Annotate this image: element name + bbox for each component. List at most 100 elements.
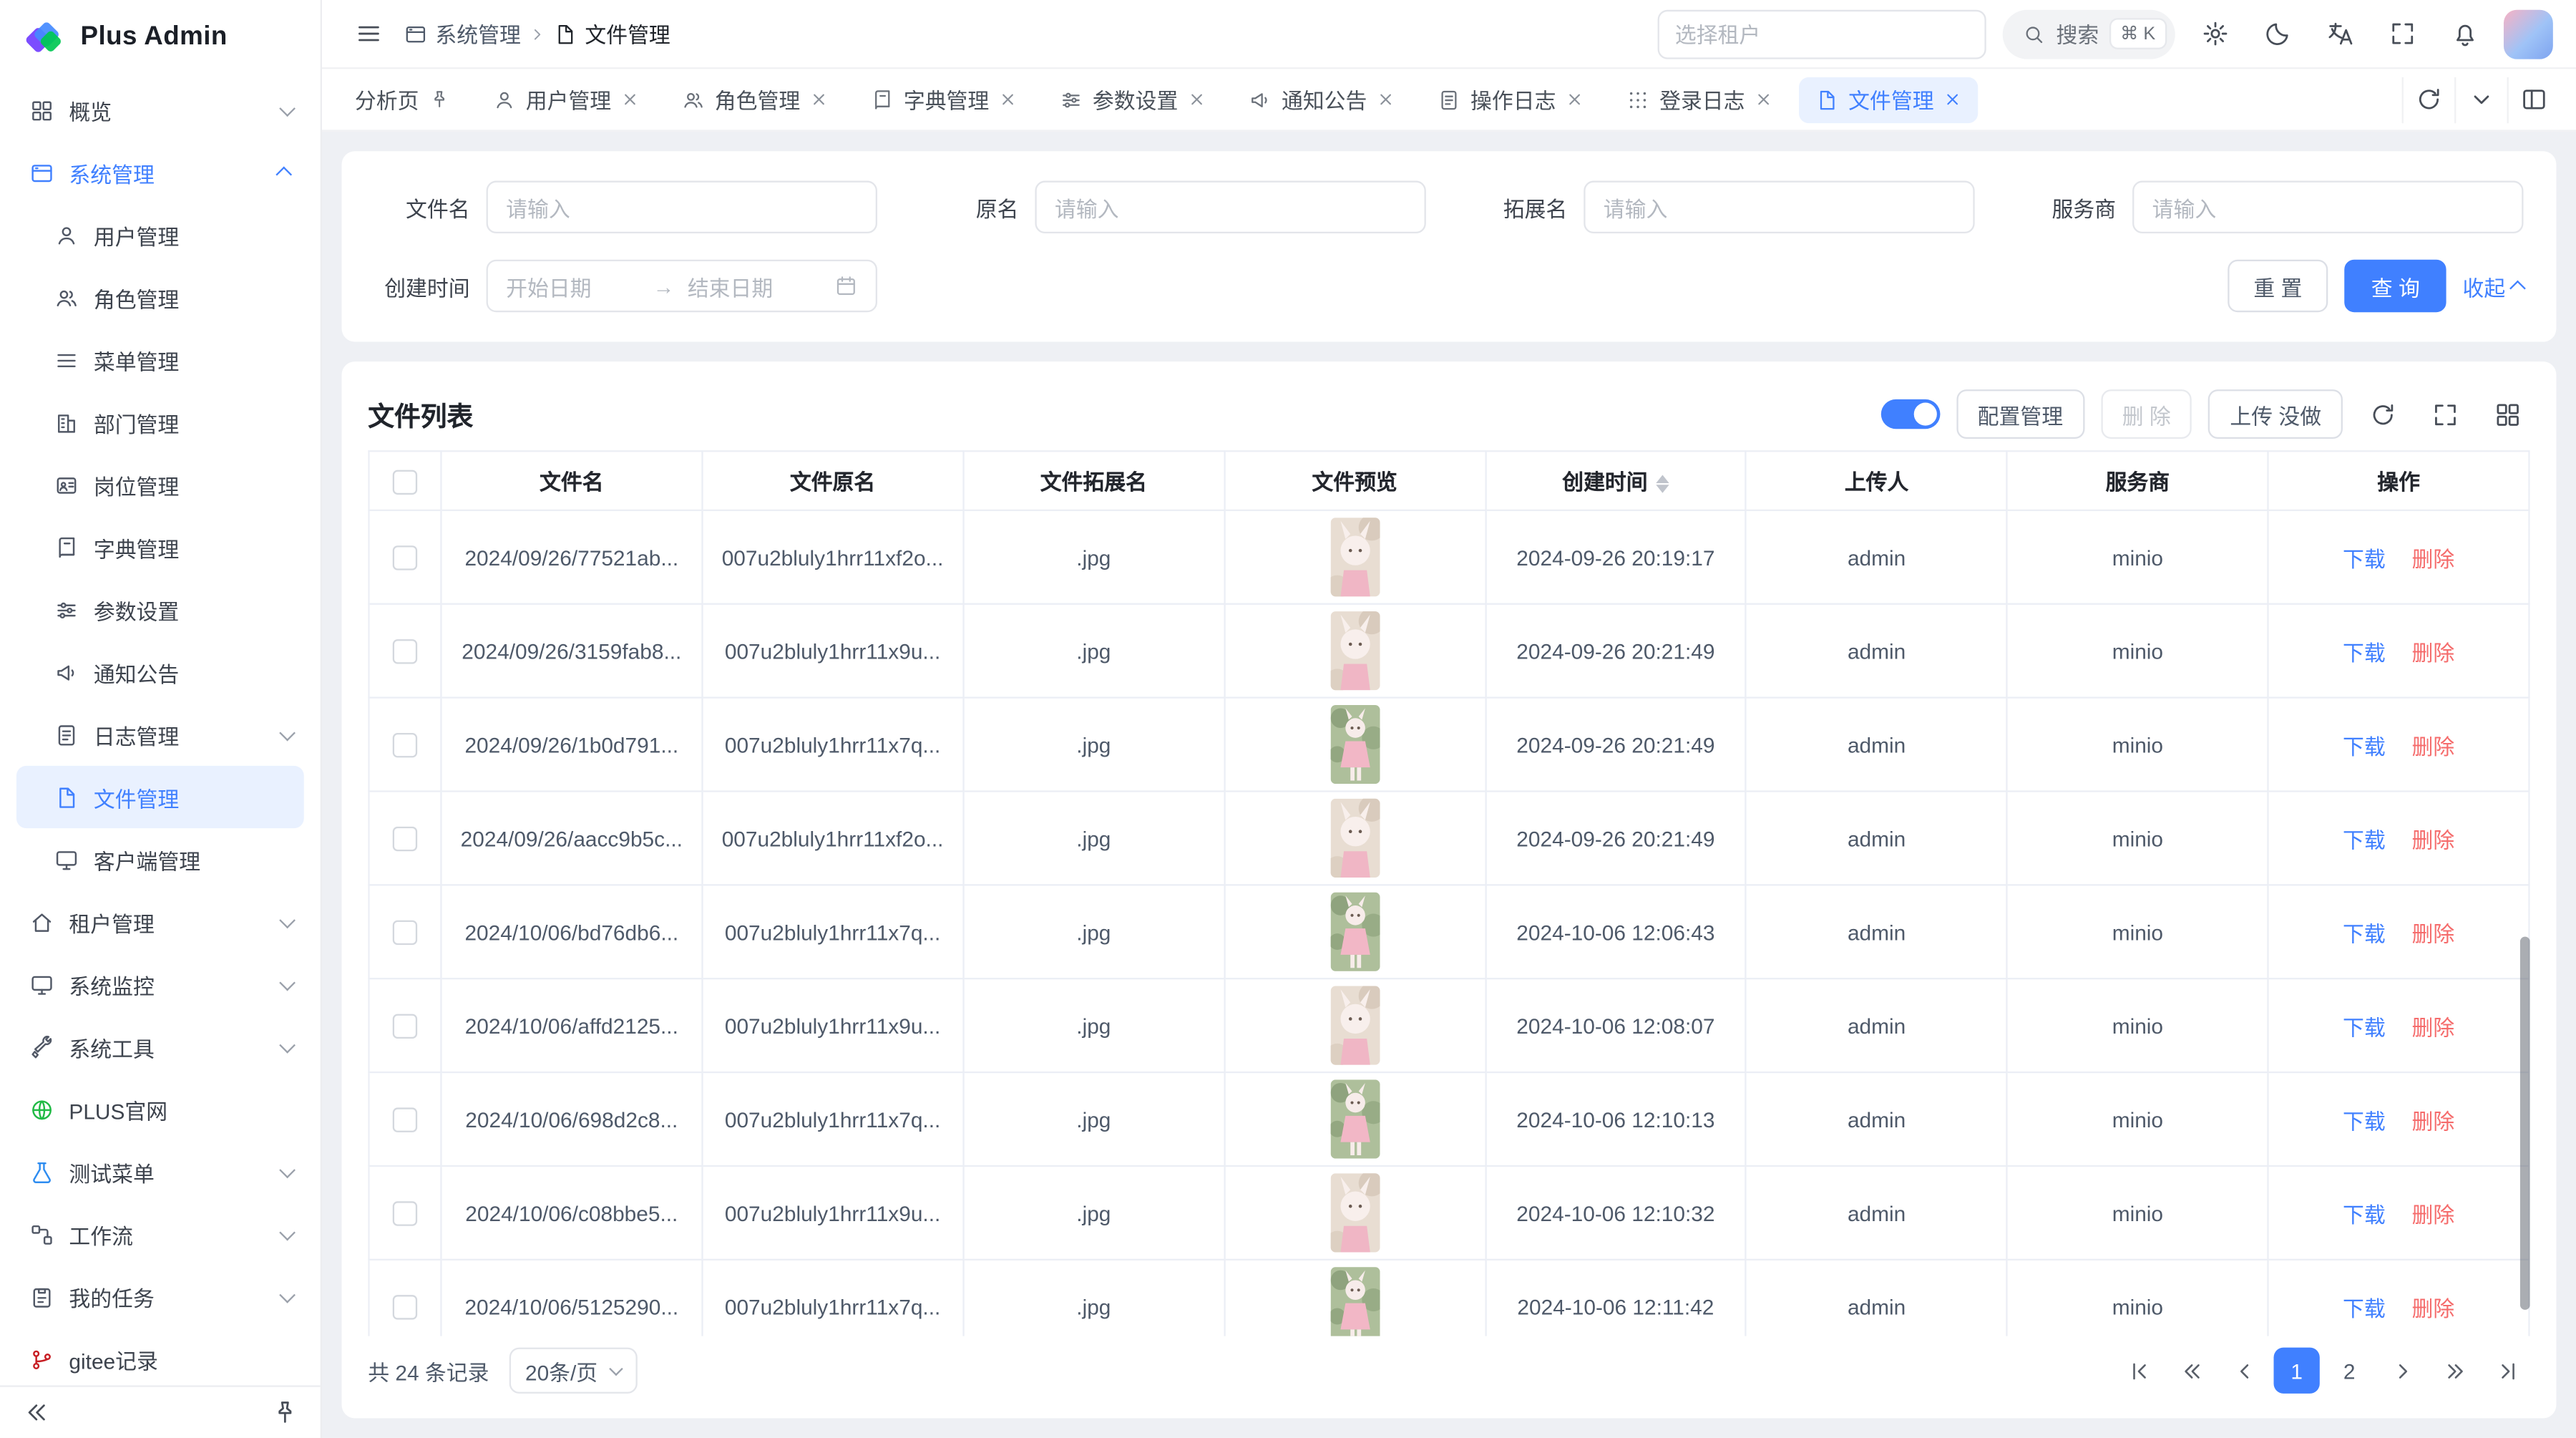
- page-prev-jump-button[interactable]: [2169, 1348, 2215, 1394]
- delete-link[interactable]: 删除: [2412, 734, 2455, 758]
- tab-layout-button[interactable]: [2507, 77, 2560, 122]
- filter-field-input[interactable]: 请输入: [1035, 181, 1425, 233]
- close-icon[interactable]: [1943, 90, 1961, 108]
- table-refresh-button[interactable]: [2359, 391, 2405, 437]
- sidebar-item[interactable]: 文件管理: [16, 766, 304, 828]
- sidebar-item[interactable]: 通知公告: [16, 641, 304, 703]
- scrollbar-thumb[interactable]: [2520, 938, 2530, 1310]
- row-checkbox[interactable]: [393, 1014, 417, 1039]
- sidebar-item[interactable]: 系统工具: [16, 1016, 304, 1078]
- menu-toggle-button[interactable]: [345, 11, 391, 57]
- tab-item[interactable]: 角色管理: [665, 77, 844, 122]
- sidebar-item[interactable]: 参数设置: [16, 578, 304, 641]
- download-link[interactable]: 下载: [2343, 546, 2386, 570]
- row-checkbox[interactable]: [393, 733, 417, 757]
- sort-control[interactable]: [1656, 475, 1669, 493]
- file-preview-thumbnail[interactable]: [1330, 518, 1380, 596]
- upload-button[interactable]: 上传 没做: [2209, 389, 2343, 439]
- file-preview-thumbnail[interactable]: [1330, 893, 1380, 971]
- breadcrumb-item[interactable]: 系统管理: [404, 18, 521, 49]
- fullscreen-button[interactable]: [2379, 11, 2424, 57]
- row-checkbox[interactable]: [393, 1295, 417, 1319]
- sidebar-item[interactable]: 字典管理: [16, 516, 304, 578]
- table-scrollbar[interactable]: [2520, 450, 2530, 1336]
- settings-button[interactable]: [2192, 11, 2238, 57]
- download-link[interactable]: 下载: [2343, 1296, 2386, 1320]
- delete-link[interactable]: 删除: [2412, 1202, 2455, 1226]
- select-all-checkbox[interactable]: [393, 470, 417, 494]
- page-prev-button[interactable]: [2221, 1348, 2267, 1394]
- sidebar-item[interactable]: PLUS官网: [16, 1078, 304, 1140]
- tab-more-button[interactable]: [2454, 77, 2507, 122]
- sidebar-pin-button[interactable]: [261, 1389, 307, 1435]
- date-range-input[interactable]: 开始日期 → 结束日期: [487, 260, 877, 312]
- search-button[interactable]: 查 询: [2345, 260, 2446, 312]
- delete-link[interactable]: 删除: [2412, 827, 2455, 852]
- sidebar-item[interactable]: 我的任务: [16, 1265, 304, 1328]
- tab-item[interactable]: 通知公告: [1232, 77, 1411, 122]
- sidebar-item[interactable]: 部门管理: [16, 391, 304, 453]
- table-fullscreen-button[interactable]: [2421, 391, 2467, 437]
- download-link[interactable]: 下载: [2343, 827, 2386, 852]
- sidebar-item[interactable]: 客户端管理: [16, 828, 304, 890]
- row-checkbox[interactable]: [393, 827, 417, 851]
- page-first-button[interactable]: [2116, 1348, 2162, 1394]
- sidebar-collapse-button[interactable]: [13, 1389, 59, 1435]
- row-checkbox[interactable]: [393, 639, 417, 664]
- avatar[interactable]: [2504, 9, 2553, 59]
- table-columns-button[interactable]: [2484, 391, 2529, 437]
- page-size-select[interactable]: 20条/页: [509, 1348, 637, 1394]
- download-link[interactable]: 下载: [2343, 734, 2386, 758]
- sidebar-item[interactable]: gitee记录: [16, 1328, 304, 1385]
- batch-delete-button[interactable]: 删 除: [2101, 389, 2192, 439]
- theme-toggle-button[interactable]: [2254, 11, 2300, 57]
- file-preview-thumbnail[interactable]: [1330, 705, 1380, 784]
- close-icon[interactable]: [999, 90, 1017, 108]
- download-link[interactable]: 下载: [2343, 921, 2386, 946]
- sidebar-item[interactable]: 测试菜单: [16, 1140, 304, 1203]
- page-next-jump-button[interactable]: [2431, 1348, 2477, 1394]
- delete-link[interactable]: 删除: [2412, 1015, 2455, 1039]
- page-number-button[interactable]: 2: [2326, 1348, 2372, 1394]
- tab-item[interactable]: 参数设置: [1043, 77, 1222, 122]
- download-link[interactable]: 下载: [2343, 1109, 2386, 1133]
- filter-field-input[interactable]: 请输入: [487, 181, 877, 233]
- filter-field-input[interactable]: 请输入: [2132, 181, 2523, 233]
- reset-button[interactable]: 重 置: [2228, 260, 2328, 312]
- delete-link[interactable]: 删除: [2412, 1109, 2455, 1133]
- tab-refresh-button[interactable]: [2402, 77, 2454, 122]
- page-next-button[interactable]: [2379, 1348, 2424, 1394]
- file-preview-thumbnail[interactable]: [1330, 1267, 1380, 1336]
- search-visibility-toggle[interactable]: [1880, 399, 1940, 429]
- tab-item[interactable]: 字典管理: [854, 77, 1033, 122]
- sidebar-item[interactable]: 角色管理: [16, 266, 304, 329]
- file-preview-thumbnail[interactable]: [1330, 611, 1380, 690]
- sidebar-item[interactable]: 系统管理: [16, 141, 304, 203]
- locale-button[interactable]: [2316, 11, 2362, 57]
- global-search[interactable]: 搜索 ⌘ K: [2002, 9, 2175, 59]
- close-icon[interactable]: [1755, 90, 1772, 108]
- sidebar-item[interactable]: 日志管理: [16, 704, 304, 766]
- delete-link[interactable]: 删除: [2412, 640, 2455, 664]
- row-checkbox[interactable]: [393, 1201, 417, 1225]
- breadcrumb-item[interactable]: 文件管理: [554, 18, 670, 49]
- config-management-button[interactable]: 配置管理: [1956, 389, 2084, 439]
- file-preview-thumbnail[interactable]: [1330, 799, 1380, 878]
- tab-active[interactable]: 文件管理: [1799, 77, 1978, 122]
- file-preview-thumbnail[interactable]: [1330, 1079, 1380, 1158]
- sidebar-item[interactable]: 租户管理: [16, 890, 304, 953]
- file-preview-thumbnail[interactable]: [1330, 986, 1380, 1065]
- close-icon[interactable]: [1188, 90, 1206, 108]
- sidebar-item[interactable]: 工作流: [16, 1203, 304, 1265]
- download-link[interactable]: 下载: [2343, 1202, 2386, 1226]
- download-link[interactable]: 下载: [2343, 640, 2386, 664]
- sidebar-item[interactable]: 岗位管理: [16, 454, 304, 516]
- page-last-button[interactable]: [2484, 1348, 2529, 1394]
- pin-icon[interactable]: [429, 89, 450, 110]
- collapse-filter-link[interactable]: 收起: [2463, 271, 2524, 302]
- tab-item[interactable]: 用户管理: [477, 77, 655, 122]
- filter-field-input[interactable]: 请输入: [1584, 181, 1974, 233]
- tab-item[interactable]: 登录日志: [1610, 77, 1789, 122]
- notifications-button[interactable]: [2441, 11, 2487, 57]
- close-icon[interactable]: [1377, 90, 1395, 108]
